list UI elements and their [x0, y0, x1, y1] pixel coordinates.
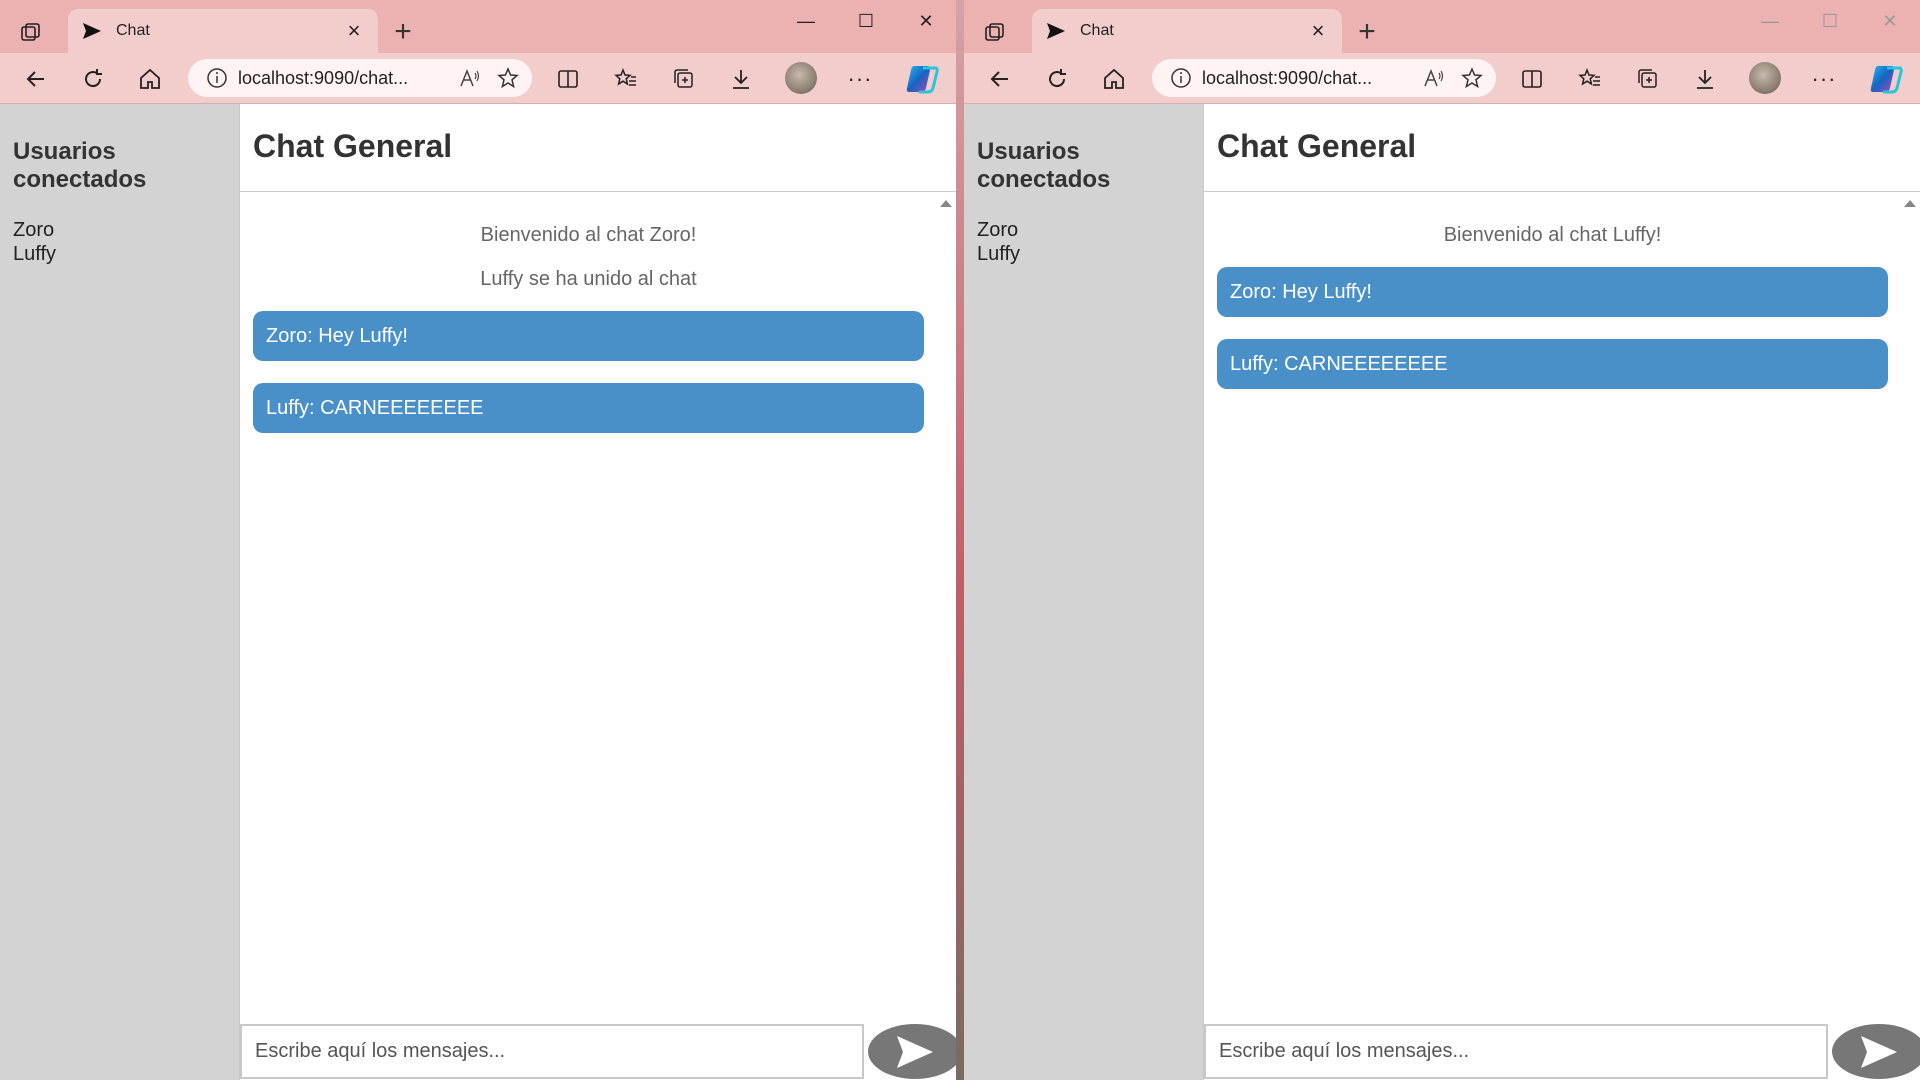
page-content: Usuarios conectados Zoro Luffy Chat Gene…: [964, 104, 1920, 1080]
chat-message: Luffy: CARNEEEEEEEE: [1217, 339, 1888, 389]
profile-avatar[interactable]: [785, 62, 817, 94]
message-composer: [1204, 1023, 1920, 1080]
downloads-icon[interactable]: [1688, 62, 1722, 96]
close-tab-icon[interactable]: ×: [1308, 20, 1328, 42]
window-controls: — ☐ ✕: [1740, 6, 1920, 38]
message-input[interactable]: [1204, 1024, 1828, 1079]
address-url: localhost:9090/chat...: [238, 67, 409, 88]
tab-strip: Chat × + — ☐ ✕: [964, 0, 1920, 53]
system-message: Luffy se ha unido al chat: [480, 268, 697, 290]
chat-panel: Chat General Bienvenido al chat Luffy! Z…: [1203, 104, 1920, 1080]
downloads-icon[interactable]: [724, 62, 758, 96]
send-arrow-icon: [1861, 1035, 1897, 1068]
copilot-icon[interactable]: [1869, 62, 1903, 96]
copilot-icon[interactable]: [905, 62, 939, 96]
back-icon[interactable]: [983, 62, 1017, 96]
browser-window-right: Chat × + — ☐ ✕ localhost:9090/chat... ··…: [964, 0, 1920, 1080]
message-composer: [240, 1023, 956, 1080]
message-list: Bienvenido al chat Zoro! Luffy se ha uni…: [240, 193, 956, 1019]
home-icon[interactable]: [133, 62, 167, 96]
address-url: localhost:9090/chat...: [1202, 67, 1373, 88]
users-heading: Usuarios conectados: [977, 138, 1111, 193]
address-bar[interactable]: localhost:9090/chat...: [188, 59, 532, 97]
tab-chat[interactable]: Chat ×: [68, 9, 378, 53]
favorite-star-icon[interactable]: [1460, 66, 1484, 90]
user-item: Zoro: [13, 219, 55, 241]
chat-header: Chat General: [240, 104, 956, 192]
workspaces-icon[interactable]: [980, 18, 1010, 48]
page-content: Usuarios conectados Zoro Luffy Chat Gene…: [0, 104, 956, 1080]
split-screen-icon[interactable]: [1515, 62, 1549, 96]
tab-chat[interactable]: Chat ×: [1032, 9, 1342, 53]
refresh-icon[interactable]: [76, 62, 110, 96]
chat-header: Chat General: [1204, 104, 1920, 192]
chat-message: Luffy: CARNEEEEEEEE: [253, 383, 924, 433]
collections-icon[interactable]: [667, 62, 701, 96]
chat-message: Zoro: Hey Luffy!: [253, 311, 924, 361]
minimize-icon[interactable]: —: [776, 6, 836, 38]
favorite-star-icon[interactable]: [496, 66, 520, 90]
collections-icon[interactable]: [1631, 62, 1665, 96]
favorites-icon[interactable]: [1573, 62, 1607, 96]
system-message: Bienvenido al chat Luffy!: [1443, 224, 1662, 246]
more-icon[interactable]: ···: [843, 62, 877, 96]
send-favicon-icon: [1046, 21, 1066, 41]
split-screen-icon[interactable]: [551, 62, 585, 96]
new-tab-icon[interactable]: +: [388, 17, 418, 47]
close-tab-icon[interactable]: ×: [344, 20, 364, 42]
browser-window-left: Chat × + — ☐ ✕ localhost:9090/chat... ··…: [0, 0, 956, 1080]
window-controls: — ☐ ✕: [776, 6, 956, 38]
minimize-icon[interactable]: —: [1740, 6, 1800, 38]
profile-avatar[interactable]: [1749, 62, 1781, 94]
browser-toolbar: localhost:9090/chat... ···: [964, 53, 1920, 104]
favorites-icon[interactable]: [609, 62, 643, 96]
users-heading: Usuarios conectados: [13, 138, 147, 193]
close-window-icon[interactable]: ✕: [1860, 6, 1920, 38]
message-input[interactable]: [240, 1024, 864, 1079]
user-item: Zoro: [977, 219, 1019, 241]
tab-strip: Chat × + — ☐ ✕: [0, 0, 956, 53]
maximize-icon[interactable]: ☐: [1800, 6, 1860, 38]
tab-title: Chat: [1080, 22, 1114, 39]
read-aloud-icon[interactable]: [458, 67, 482, 89]
chat-title: Chat General: [1217, 128, 1417, 164]
home-icon[interactable]: [1097, 62, 1131, 96]
read-aloud-icon[interactable]: [1422, 67, 1446, 89]
send-button[interactable]: [1832, 1024, 1920, 1079]
close-window-icon[interactable]: ✕: [896, 6, 956, 38]
send-favicon-icon: [82, 21, 102, 41]
new-tab-icon[interactable]: +: [1352, 17, 1382, 47]
send-arrow-icon: [897, 1035, 933, 1068]
maximize-icon[interactable]: ☐: [836, 6, 896, 38]
back-icon[interactable]: [19, 62, 53, 96]
more-icon[interactable]: ···: [1807, 62, 1841, 96]
message-list: Bienvenido al chat Luffy! Zoro: Hey Luff…: [1204, 193, 1920, 1019]
user-item: Luffy: [977, 243, 1020, 265]
chat-panel: Chat General Bienvenido al chat Zoro! Lu…: [239, 104, 956, 1080]
user-item: Luffy: [13, 243, 56, 265]
send-button[interactable]: [868, 1024, 956, 1079]
info-icon[interactable]: [206, 67, 228, 89]
address-bar[interactable]: localhost:9090/chat...: [1152, 59, 1496, 97]
chat-message: Zoro: Hey Luffy!: [1217, 267, 1888, 317]
refresh-icon[interactable]: [1040, 62, 1074, 96]
tab-title: Chat: [116, 22, 150, 39]
users-sidebar: Usuarios conectados Zoro Luffy: [0, 104, 239, 1080]
chat-title: Chat General: [253, 128, 453, 164]
workspaces-icon[interactable]: [16, 18, 46, 48]
users-sidebar: Usuarios conectados Zoro Luffy: [964, 104, 1203, 1080]
system-message: Bienvenido al chat Zoro!: [480, 224, 697, 246]
info-icon[interactable]: [1170, 67, 1192, 89]
window-divider: [956, 0, 964, 1080]
browser-toolbar: localhost:9090/chat... ···: [0, 53, 956, 104]
